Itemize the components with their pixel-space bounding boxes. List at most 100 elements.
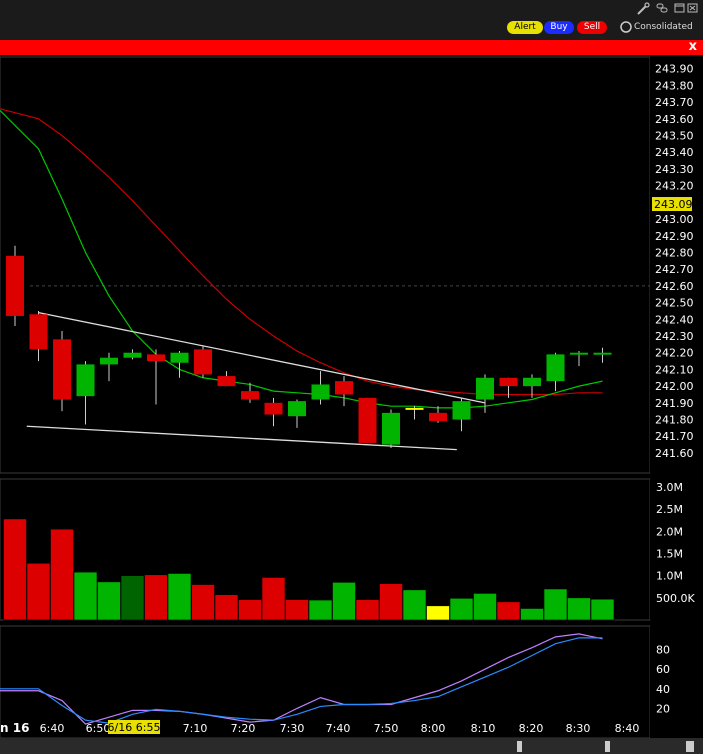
price-tick-label: 243.70 (655, 96, 694, 109)
x-tick-label: 7:40 (326, 722, 351, 735)
x-tick-label: 6:40 (40, 722, 65, 735)
candle-body (241, 391, 259, 400)
stoch-tick-label: 20 (656, 702, 670, 715)
x-tick-label: 7:30 (280, 722, 305, 735)
volume-bar (238, 599, 262, 621)
price-tick-label: 242.90 (655, 230, 694, 243)
scrollbar-track (0, 738, 703, 754)
volume-bar (355, 599, 380, 621)
candle (382, 409, 400, 448)
volume-bar (167, 573, 192, 621)
candle-body (217, 376, 236, 387)
candle (53, 330, 71, 412)
price-tick-label: 243.80 (655, 79, 694, 92)
candle-body (311, 384, 330, 400)
price-tick-label: 243.40 (655, 146, 694, 159)
price-tick-label: 242.10 (655, 363, 694, 376)
x-tick-label: 7:50 (374, 722, 399, 735)
volume-bar (426, 605, 450, 621)
price-tick-label: 243.50 (655, 130, 694, 143)
volume-bar (308, 599, 333, 621)
volume-bar (285, 599, 309, 621)
price-tick-label: 242.70 (655, 263, 694, 276)
volume-tick-label: 2.5M (656, 503, 683, 516)
volume-bar (520, 608, 544, 621)
candle-body (570, 352, 588, 355)
volume-bar (543, 588, 568, 621)
x-tick-label: 8:00 (421, 722, 446, 735)
candle-body (452, 401, 471, 420)
volume-bar (496, 601, 521, 621)
candle-body (476, 377, 494, 400)
candle-body (523, 377, 541, 387)
price-tick-label: 242.60 (655, 280, 694, 293)
volume-bar (473, 593, 497, 621)
volume-bar (191, 584, 215, 621)
price-tick-label: 241.70 (655, 430, 694, 443)
candle-body (429, 412, 447, 422)
crosshair-time-label: 6/16 6:55 (108, 721, 161, 734)
x-tick-label: 8:10 (471, 722, 496, 735)
candle-body (170, 352, 189, 363)
candle-body (147, 354, 165, 362)
scrollbar-handle (605, 741, 610, 752)
volume-bar (214, 594, 239, 621)
candle (194, 346, 212, 378)
volume-bar (567, 597, 591, 621)
price-tick-label: 243.30 (655, 163, 694, 176)
candle-body (194, 349, 212, 375)
chart-canvas[interactable]: 243.90 243.80 243.70 243.60 243.50 243.40 243.… (0, 0, 703, 754)
volume-bar (379, 583, 403, 621)
stoch-tick-label: 60 (656, 663, 670, 676)
volume-tick-label: 1.0M (656, 570, 683, 583)
scrollbar-handle (686, 741, 694, 752)
price-tick-label: 242.40 (655, 313, 694, 326)
candle-body (335, 381, 353, 395)
price-tick-label: 241.60 (655, 447, 694, 460)
price-tick-label: 243.90 (655, 63, 694, 76)
stoch-tick-label: 80 (656, 644, 670, 657)
candle-body (546, 354, 565, 382)
candle-body (499, 377, 518, 387)
volume-tick-label: 3.0M (656, 481, 683, 494)
candle-body (123, 352, 142, 358)
current-price-label: 243.09 (654, 198, 693, 211)
x-tick-label: 8:40 (615, 722, 640, 735)
candle-body (264, 402, 283, 415)
volume-tick-label: 2.0M (656, 525, 683, 538)
price-tick-label: 243.60 (655, 113, 694, 126)
volume-bar (73, 571, 98, 621)
candle-body (288, 401, 306, 417)
candle-body (382, 412, 400, 445)
stoch-tick-label: 40 (656, 683, 670, 696)
x-tick-label: 8:20 (519, 722, 544, 735)
volume-bar (590, 598, 615, 621)
volume-tick-label: 500.0K (656, 592, 695, 605)
scrollbar-handle (517, 741, 522, 752)
candle-body (593, 352, 612, 355)
price-tick-label: 241.90 (655, 397, 694, 410)
volume-bar (332, 582, 356, 621)
candle-body (358, 397, 377, 443)
volume-bar (3, 518, 27, 621)
x-tick-label: 7:20 (231, 722, 256, 735)
price-tick-label: 242.30 (655, 330, 694, 343)
price-tick-label: 242.00 (655, 380, 694, 393)
x-tick-partial-label: n 16 (0, 721, 29, 735)
x-tick-label: 7:10 (183, 722, 208, 735)
candle-body (29, 314, 48, 350)
candle-body (100, 357, 118, 365)
volume-bar (50, 528, 74, 621)
pane-frame-0 (0, 56, 651, 474)
volume-bar (449, 597, 474, 621)
volume-bar (402, 589, 427, 621)
price-tick-label: 241.80 (655, 414, 694, 427)
price-tick-label: 242.80 (655, 246, 694, 259)
candle (6, 245, 24, 326)
price-tick-label: 243.20 (655, 180, 694, 193)
x-tick-label: 8:30 (566, 722, 591, 735)
candle-body (6, 255, 24, 316)
volume-tick-label: 1.5M (656, 548, 683, 561)
candle-body (76, 364, 95, 397)
price-tick-label: 243.00 (655, 213, 694, 226)
